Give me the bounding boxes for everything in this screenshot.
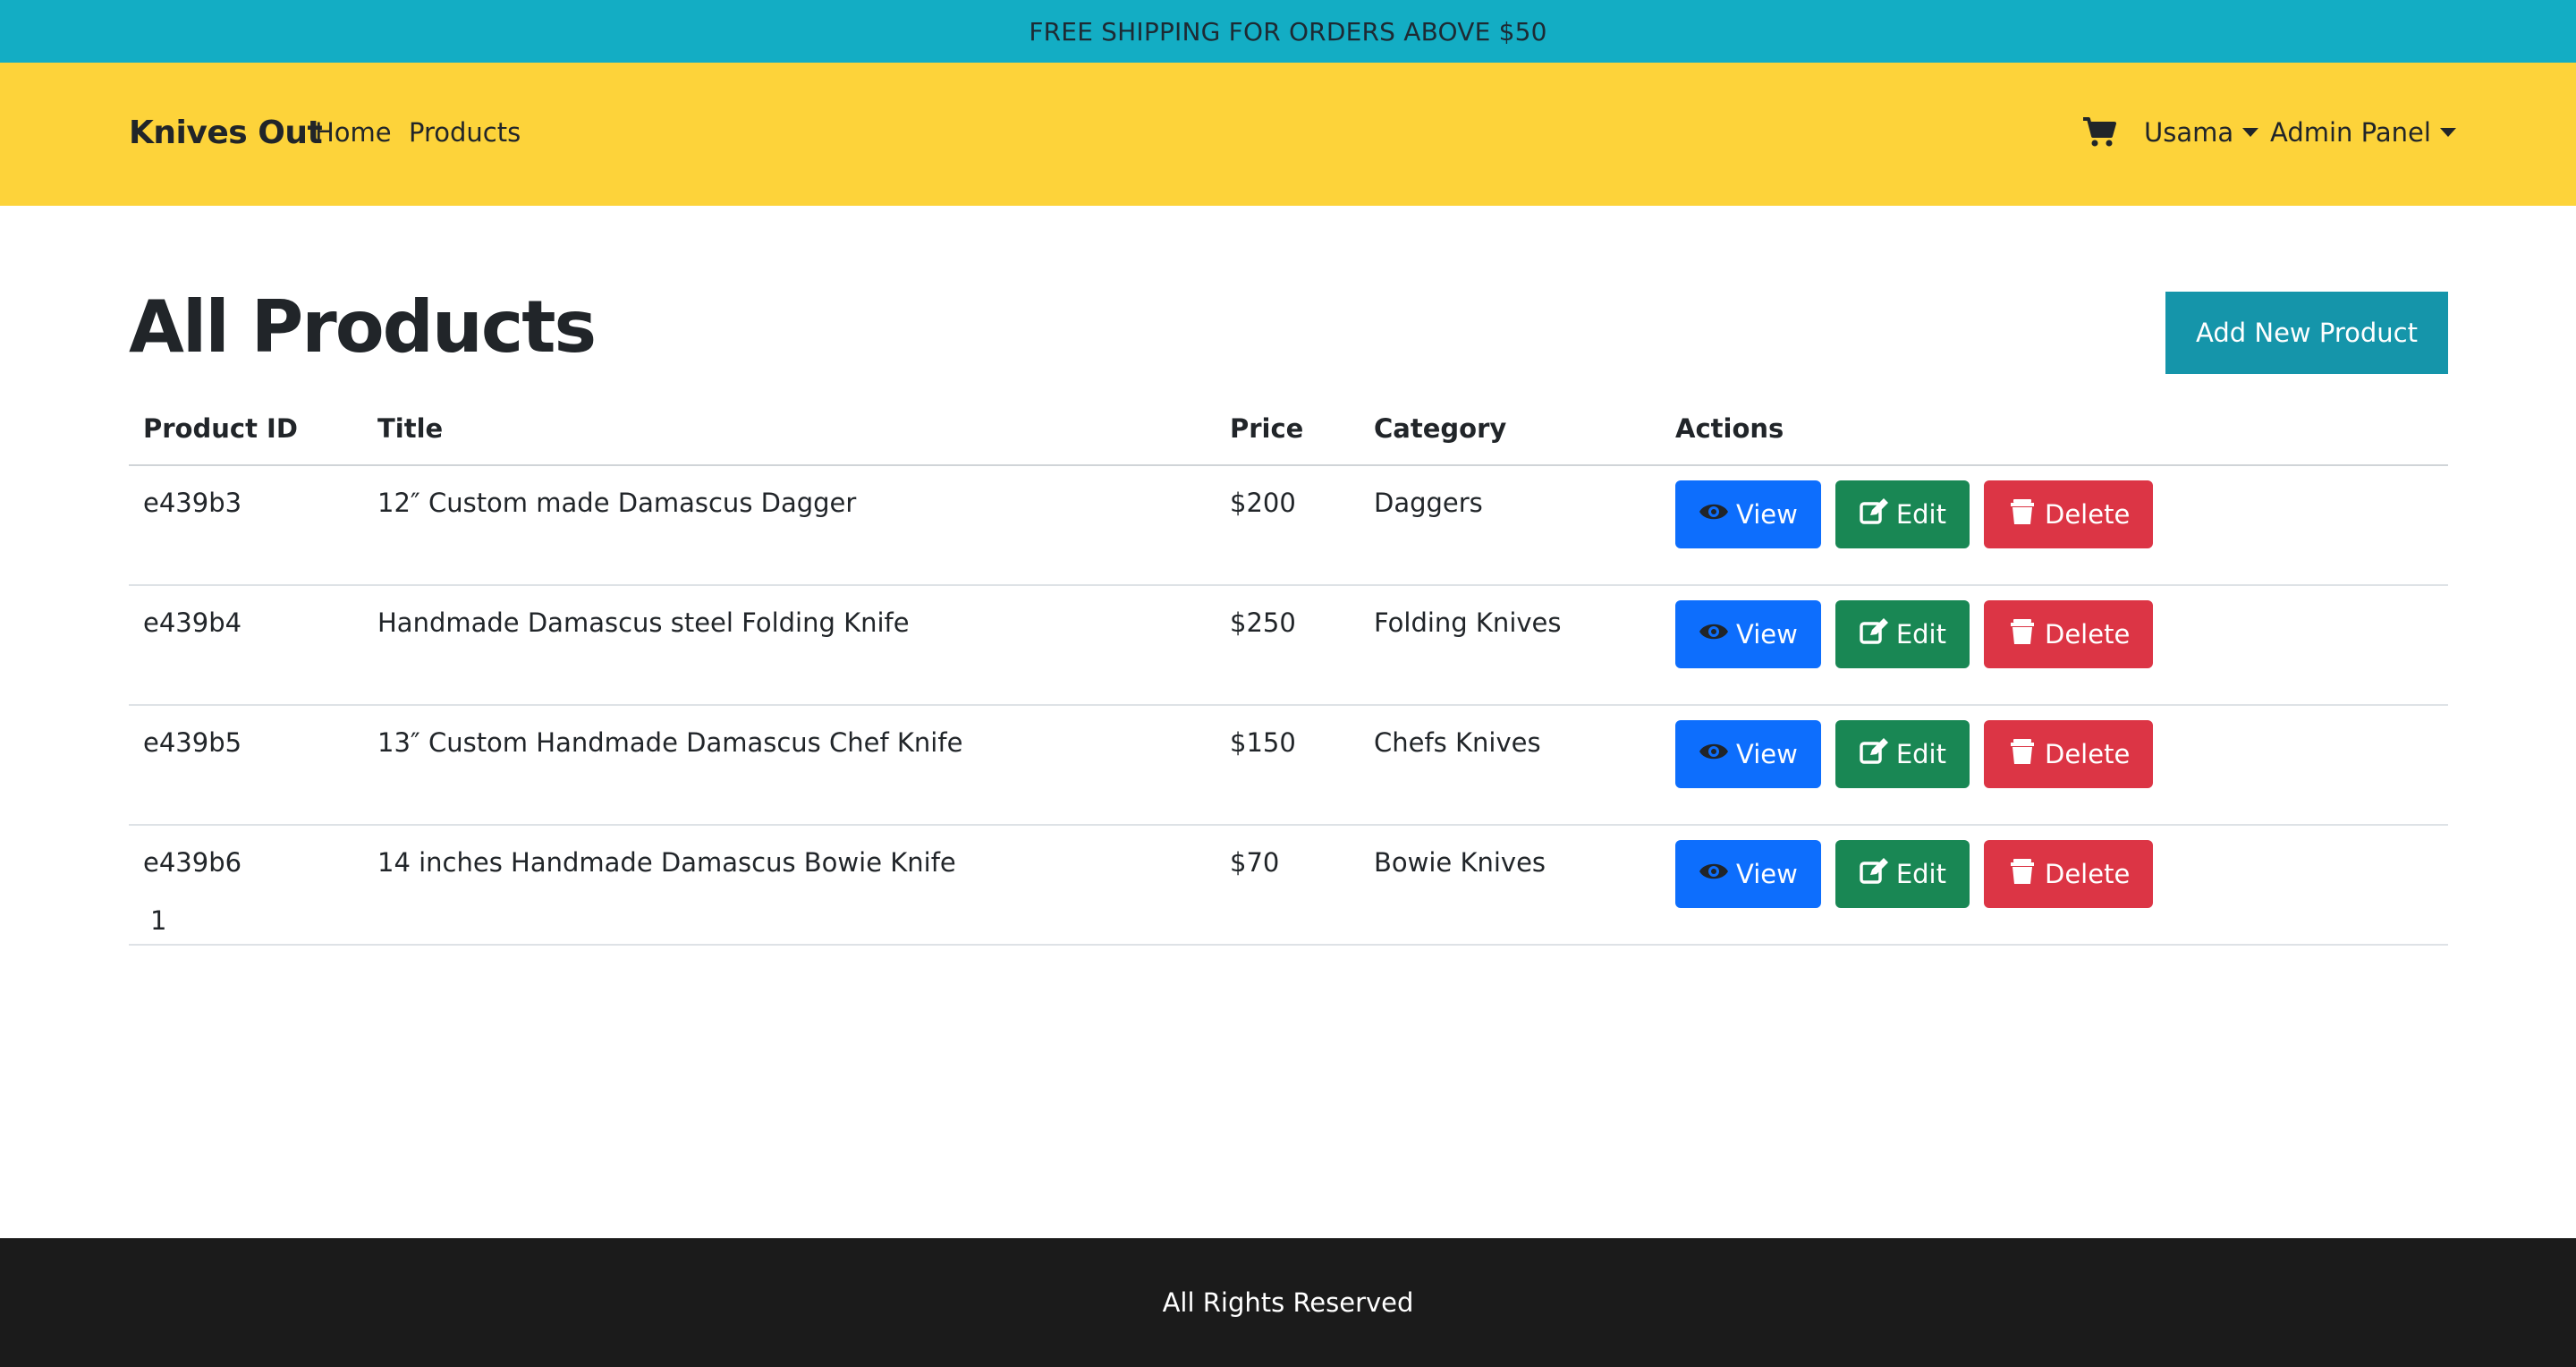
trash-icon xyxy=(2007,498,2038,531)
cell-actions: View Edit Delete xyxy=(1661,825,2448,946)
header-price: Price xyxy=(1216,392,1360,466)
eye-icon xyxy=(1699,618,1729,651)
cell-title: Handmade Damascus steel Folding Knife xyxy=(363,585,1216,706)
cell-category: Bowie Knives xyxy=(1360,825,1661,946)
trash-icon xyxy=(2007,858,2038,891)
cell-price: $150 xyxy=(1216,705,1360,826)
brand-logo[interactable]: Knives Out xyxy=(129,115,323,151)
products-table-container: Product ID Title Price Category Actions … xyxy=(129,392,2448,946)
footer-text: All Rights Reserved xyxy=(1162,1287,1414,1318)
header-actions: Actions xyxy=(1661,392,2448,466)
edit-label: Edit xyxy=(1895,499,1946,530)
delete-label: Delete xyxy=(2045,499,2131,530)
footer: All Rights Reserved xyxy=(0,1238,2576,1367)
view-button[interactable]: View xyxy=(1675,480,1821,548)
edit-button[interactable]: Edit xyxy=(1835,840,1970,908)
table-row: e439b6 14 inches Handmade Damascus Bowie … xyxy=(129,825,2448,946)
header-product-id: Product ID xyxy=(129,392,363,466)
chevron-down-icon xyxy=(2439,128,2456,137)
cell-title: 13″ Custom Handmade Damascus Chef Knife xyxy=(363,705,1216,826)
cell-category: Daggers xyxy=(1360,465,1661,586)
view-label: View xyxy=(1736,859,1798,889)
cell-actions: View Edit Delete xyxy=(1661,465,2448,586)
header-title: Title xyxy=(363,392,1216,466)
delete-button[interactable]: Delete xyxy=(1984,840,2154,908)
shopping-cart-icon[interactable] xyxy=(2082,116,2116,149)
cell-product-id: e439b4 xyxy=(129,585,363,706)
edit-button[interactable]: Edit xyxy=(1835,720,1970,788)
eye-icon xyxy=(1699,858,1729,891)
table-row: e439b3 12″ Custom made Damascus Dagger $20… xyxy=(129,465,2448,586)
trash-icon xyxy=(2007,738,2038,771)
table-row: e439b5 13″ Custom Handmade Damascus Chef … xyxy=(129,705,2448,826)
edit-label: Edit xyxy=(1895,859,1946,889)
delete-button[interactable]: Delete xyxy=(1984,480,2154,548)
cell-price: $200 xyxy=(1216,465,1360,586)
cell-category: Chefs Knives xyxy=(1360,705,1661,826)
admin-panel-dropdown[interactable]: Admin Panel xyxy=(2270,117,2456,148)
cell-title: 12″ Custom made Damascus Dagger xyxy=(363,465,1216,586)
cell-category: Folding Knives xyxy=(1360,585,1661,706)
cell-price: $250 xyxy=(1216,585,1360,706)
eye-icon xyxy=(1699,738,1729,771)
delete-label: Delete xyxy=(2045,859,2131,889)
announcement-text: FREE SHIPPING FOR ORDERS ABOVE $50 xyxy=(1029,16,1547,47)
view-button[interactable]: View xyxy=(1675,840,1821,908)
cell-actions: View Edit Delete xyxy=(1661,585,2448,706)
delete-button[interactable]: Delete xyxy=(1984,600,2154,668)
edit-button[interactable]: Edit xyxy=(1835,600,1970,668)
view-button[interactable]: View xyxy=(1675,600,1821,668)
edit-label: Edit xyxy=(1895,619,1946,650)
admin-panel-label: Admin Panel xyxy=(2270,117,2431,148)
navbar: Knives Out Home Products Usama Admin Pan… xyxy=(0,63,2576,206)
eye-icon xyxy=(1699,498,1729,531)
nav-link-home[interactable]: Home xyxy=(315,117,392,148)
cell-product-id: e439b5 xyxy=(129,705,363,826)
edit-button[interactable]: Edit xyxy=(1835,480,1970,548)
delete-label: Delete xyxy=(2045,739,2131,769)
delete-label: Delete xyxy=(2045,619,2131,650)
header-category: Category xyxy=(1360,392,1661,466)
trash-icon xyxy=(2007,618,2038,651)
add-new-product-button[interactable]: Add New Product xyxy=(2165,292,2448,374)
user-menu-label: Usama xyxy=(2144,117,2234,148)
edit-icon xyxy=(1859,737,1889,771)
products-table: Product ID Title Price Category Actions … xyxy=(129,392,2448,946)
edit-icon xyxy=(1859,497,1889,531)
view-label: View xyxy=(1736,499,1798,530)
user-menu-dropdown[interactable]: Usama xyxy=(2144,117,2259,148)
nav-link-products[interactable]: Products xyxy=(409,117,521,148)
edit-icon xyxy=(1859,617,1889,651)
edit-icon xyxy=(1859,857,1889,891)
delete-button[interactable]: Delete xyxy=(1984,720,2154,788)
view-label: View xyxy=(1736,619,1798,650)
view-label: View xyxy=(1736,739,1798,769)
cell-product-id: e439b3 xyxy=(129,465,363,586)
chevron-down-icon xyxy=(2242,128,2259,137)
page-title: All Products xyxy=(129,285,597,369)
view-button[interactable]: View xyxy=(1675,720,1821,788)
cell-title: 14 inches Handmade Damascus Bowie Knife xyxy=(363,825,1216,946)
pagination-page-1[interactable]: 1 xyxy=(150,905,166,936)
table-row: e439b4 Handmade Damascus steel Folding Kn… xyxy=(129,585,2448,706)
cell-actions: View Edit Delete xyxy=(1661,705,2448,826)
edit-label: Edit xyxy=(1895,739,1946,769)
cell-price: $70 xyxy=(1216,825,1360,946)
announcement-bar: FREE SHIPPING FOR ORDERS ABOVE $50 xyxy=(0,0,2576,63)
table-header-row: Product ID Title Price Category Actions xyxy=(129,392,2448,466)
